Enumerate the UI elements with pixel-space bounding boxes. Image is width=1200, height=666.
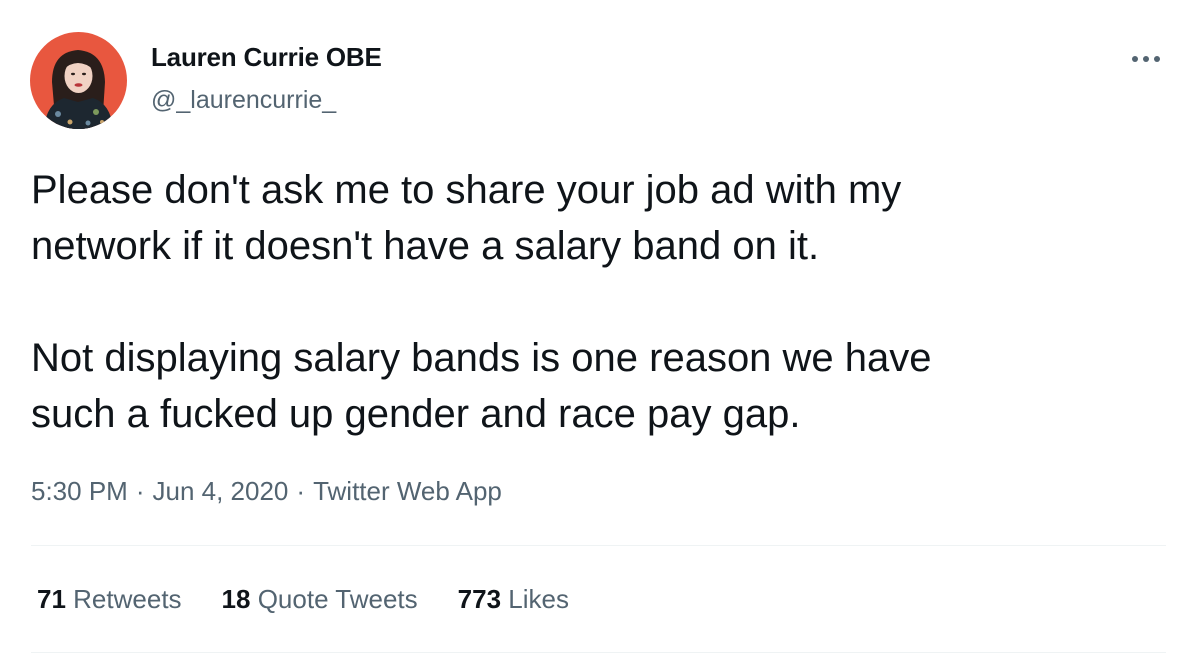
separator: · — [135, 476, 145, 506]
tweet-time[interactable]: 5:30 PM — [31, 476, 128, 506]
divider — [31, 652, 1166, 653]
display-name[interactable]: Lauren Currie OBE — [151, 42, 382, 73]
quote-tweets-label: Quote Tweets — [257, 584, 418, 614]
tweet-paragraph: Please don't ask me to share your job ad… — [31, 168, 902, 268]
engagement-stats: 71 Retweets 18 Quote Tweets 773 Likes — [37, 584, 569, 615]
quote-tweets-stat[interactable]: 18 Quote Tweets — [222, 584, 418, 615]
retweets-stat[interactable]: 71 Retweets — [37, 584, 182, 615]
user-handle[interactable]: @_laurencurrie_ — [151, 86, 336, 115]
tweet-metadata: 5:30 PM · Jun 4, 2020 · Twitter Web App — [31, 476, 502, 507]
tweet-source[interactable]: Twitter Web App — [313, 476, 502, 506]
tweet-date[interactable]: Jun 4, 2020 — [153, 476, 289, 506]
profile-photo — [30, 32, 127, 129]
retweets-label: Retweets — [73, 584, 182, 614]
more-horizontal-icon — [1132, 56, 1160, 62]
divider — [31, 545, 1166, 546]
tweet-paragraph: Not displaying salary bands is one reaso… — [31, 336, 932, 436]
likes-stat[interactable]: 773 Likes — [458, 584, 569, 615]
tweet-text: Please don't ask me to share your job ad… — [31, 162, 1171, 442]
separator: · — [296, 476, 306, 506]
more-options-button[interactable] — [1124, 44, 1168, 74]
quote-tweets-count: 18 — [221, 584, 251, 614]
avatar[interactable] — [30, 32, 127, 129]
retweets-count: 71 — [37, 584, 66, 614]
likes-label: Likes — [508, 584, 569, 614]
likes-count: 773 — [457, 584, 502, 614]
